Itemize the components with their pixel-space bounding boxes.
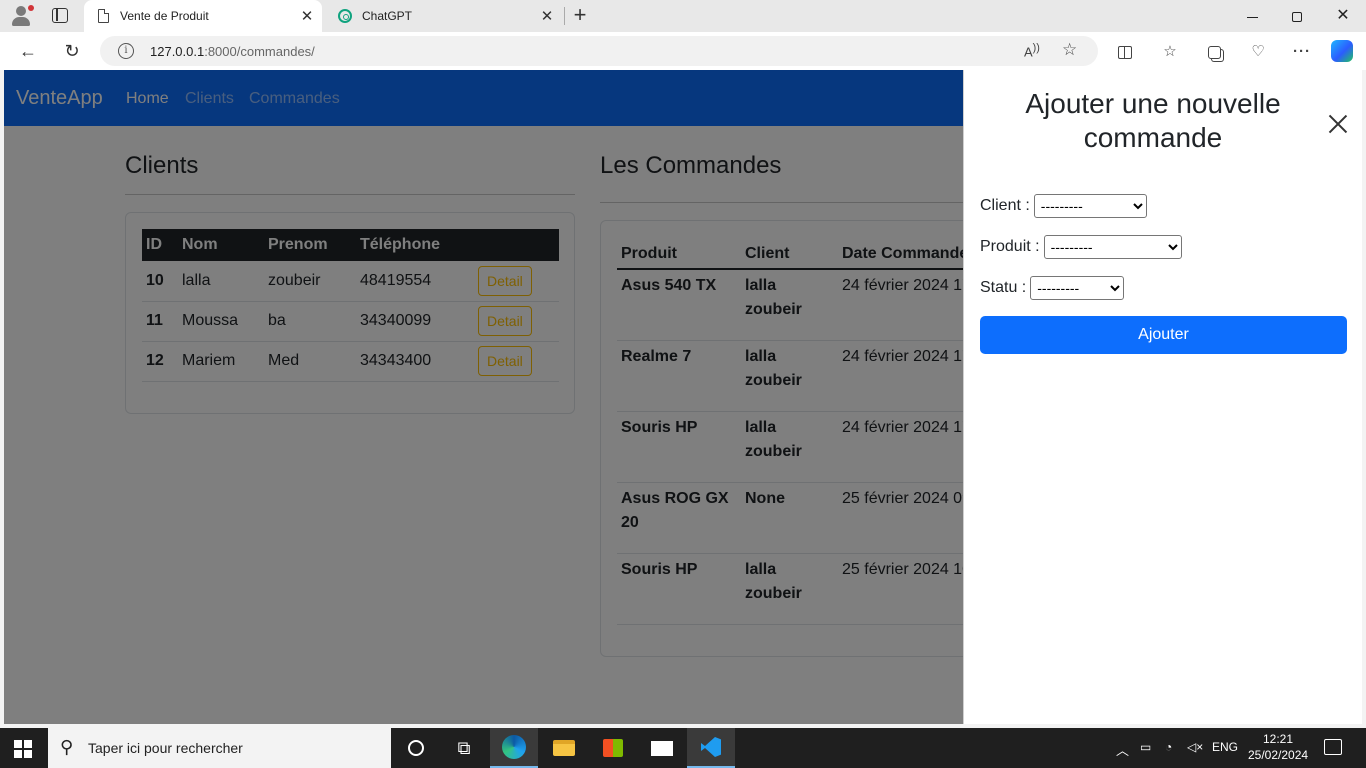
chevron-up-icon[interactable]: ︿: [1116, 740, 1129, 759]
mail-icon[interactable]: [638, 728, 686, 768]
microsoft-store-icon[interactable]: [589, 728, 637, 768]
url-path: :8000/commandes/: [204, 44, 315, 59]
client-field-row: Client : ---------: [980, 194, 1147, 218]
statu-field-row: Statu : ---------: [980, 276, 1125, 300]
tab-vente-de-produit[interactable]: Vente de Produit ✕: [84, 0, 322, 32]
more-options-icon[interactable]: ···: [1288, 42, 1316, 62]
minimize-button[interactable]: [1229, 0, 1275, 32]
browser-tab-strip: Vente de Produit ✕ ChatGPT ✕ + ✕: [0, 0, 1366, 32]
favorites-icon[interactable]: ☆: [1156, 42, 1184, 62]
favorite-star-icon[interactable]: ☆: [1062, 40, 1077, 60]
edge-icon[interactable]: [490, 728, 538, 768]
url-text[interactable]: 127.0.0.1:8000/commandes/: [150, 44, 315, 59]
collections-icon[interactable]: [1200, 42, 1228, 62]
cortana-icon[interactable]: [392, 728, 440, 768]
web-page: VenteApp Home Clients Commandes Clients …: [4, 70, 1362, 724]
tab-title: Vente de Produit: [120, 9, 209, 23]
notifications-icon[interactable]: [1324, 739, 1342, 755]
close-tab-icon[interactable]: ✕: [536, 7, 558, 25]
task-view-icon[interactable]: ⧉: [440, 728, 488, 768]
url-host: 127.0.0.1: [150, 44, 205, 59]
statu-label: Statu :: [980, 279, 1027, 296]
battery-icon[interactable]: ▭: [1140, 740, 1151, 754]
produit-label: Produit :: [980, 238, 1040, 255]
add-commande-offcanvas: Ajouter une nouvelle commande Client : -…: [963, 70, 1362, 724]
search-placeholder: Taper ici pour rechercher: [88, 740, 243, 756]
file-explorer-icon[interactable]: [540, 728, 588, 768]
url-bar[interactable]: i 127.0.0.1:8000/commandes/ A)) ☆: [100, 36, 1098, 66]
volume-muted-icon[interactable]: ◁×: [1187, 740, 1203, 754]
tab-title: ChatGPT: [362, 9, 413, 23]
profile-icon[interactable]: [10, 5, 34, 27]
windows-taskbar: ⚲ Taper ici pour rechercher ⧉ ︿ ▭ ◔ ◁× E…: [0, 728, 1366, 768]
address-toolbar: ← ↻ i 127.0.0.1:8000/commandes/ A)) ☆ ☆ …: [0, 32, 1366, 70]
offcanvas-backdrop[interactable]: [4, 70, 963, 724]
taskbar-search-box[interactable]: ⚲ Taper ici pour rechercher: [48, 728, 391, 768]
refresh-icon[interactable]: ↻: [58, 37, 86, 65]
tab-actions-icon[interactable]: [52, 8, 68, 23]
client-label: Client :: [980, 197, 1030, 214]
ajouter-button[interactable]: Ajouter: [980, 316, 1347, 354]
restore-button[interactable]: [1274, 0, 1320, 32]
windows-start-icon[interactable]: [14, 740, 32, 758]
info-icon[interactable]: i: [118, 43, 134, 59]
split-screen-icon[interactable]: [1111, 42, 1139, 62]
close-tab-icon[interactable]: ✕: [296, 7, 318, 25]
network-icon[interactable]: ◔: [1165, 740, 1172, 754]
copilot-icon[interactable]: [1331, 40, 1353, 62]
statu-select[interactable]: ---------: [1030, 276, 1125, 300]
tab-chatgpt[interactable]: ChatGPT ✕: [326, 0, 562, 32]
close-icon[interactable]: [1326, 112, 1350, 136]
back-arrow-icon[interactable]: ←: [14, 37, 42, 65]
performance-icon[interactable]: ♡: [1244, 42, 1272, 62]
clock-time: 12:21: [1262, 732, 1294, 746]
read-aloud-icon[interactable]: A)): [1024, 42, 1040, 59]
produit-select[interactable]: ---------: [1043, 235, 1182, 259]
search-icon: ⚲: [60, 737, 74, 757]
client-select[interactable]: ---------: [1033, 194, 1147, 218]
tab-separator: [564, 7, 565, 25]
clock[interactable]: 12:21 25/02/2024: [1248, 731, 1308, 763]
vscode-icon[interactable]: [687, 728, 735, 768]
language-indicator[interactable]: ENG: [1212, 740, 1238, 754]
window-close-button[interactable]: ✕: [1320, 0, 1366, 32]
offcanvas-title: Ajouter une nouvelle commande: [1025, 88, 1281, 153]
produit-field-row: Produit : ---------: [980, 235, 1182, 259]
new-tab-button[interactable]: +: [568, 3, 592, 27]
clock-date: 25/02/2024: [1248, 748, 1309, 762]
page-icon: [96, 9, 110, 23]
chatgpt-icon: [338, 9, 352, 23]
